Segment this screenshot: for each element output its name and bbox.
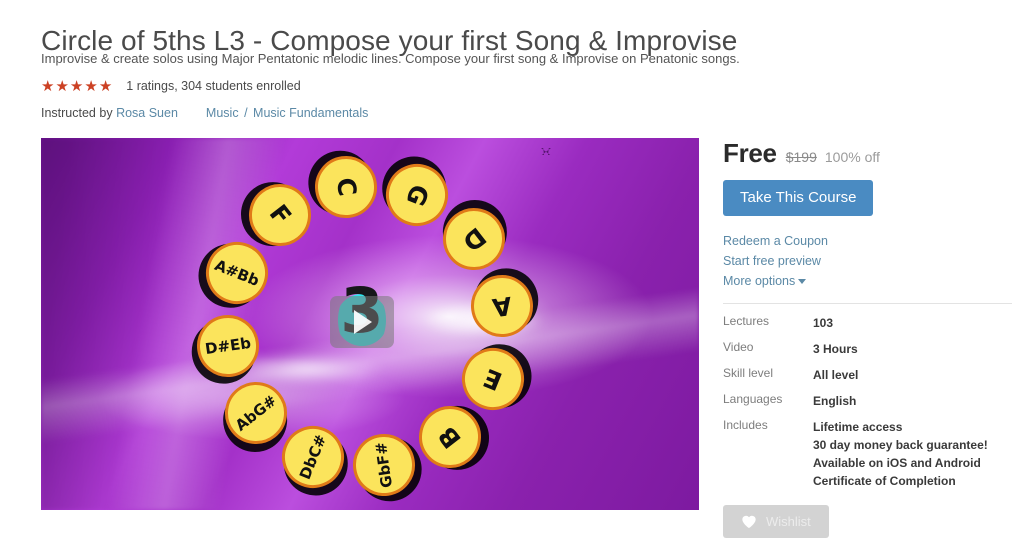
course-landing-page: Circle of 5ths L3 - Compose your first S… xyxy=(0,0,1024,538)
meta-value: 3 Hours xyxy=(813,340,858,358)
meta-value-line: 30 day money back guarantee! xyxy=(813,438,988,452)
price-row: Free $199 100% off xyxy=(723,138,1013,168)
meta-value-line: 103 xyxy=(813,316,834,330)
start-free-preview-link[interactable]: Start free preview xyxy=(723,251,1013,271)
course-subtitle: Improvise & create solos using Major Pen… xyxy=(41,51,740,66)
meta-key: Lectures xyxy=(723,314,770,328)
meta-value: English xyxy=(813,392,856,410)
breadcrumb: Music / Music Fundamentals xyxy=(206,106,368,120)
instructor-row: Instructed by Rosa Suen Music / Music Fu… xyxy=(41,106,368,120)
meta-row: Languages English xyxy=(723,392,1013,410)
course-meta-list: Lectures 103 Video 3 Hours Skill level All le… xyxy=(723,314,1013,490)
price-current: Free xyxy=(723,138,777,168)
play-button[interactable] xyxy=(330,280,394,354)
star-icon: ★ xyxy=(98,77,113,95)
note-disc-label: D xyxy=(457,222,492,258)
meta-value-line: Lifetime access xyxy=(813,420,903,434)
meta-value-line: 3 Hours xyxy=(813,342,858,356)
meta-key: Skill level xyxy=(723,366,774,380)
play-icon xyxy=(354,310,372,334)
breadcrumb-category-link[interactable]: Music xyxy=(206,106,239,120)
sidebar-divider xyxy=(723,303,1012,304)
price-discount: 100% off xyxy=(824,149,880,165)
meta-value-line: Available on iOS and Android xyxy=(813,456,981,470)
meta-key: Includes xyxy=(723,418,768,432)
star-rating: ★ ★ ★ ★ ★ xyxy=(41,79,112,94)
star-icon: ★ xyxy=(41,77,55,95)
note-disc-label: B xyxy=(432,420,467,454)
meta-row: Includes Lifetime access 30 day money back… xyxy=(723,418,1013,490)
take-this-course-button[interactable]: Take This Course xyxy=(723,180,874,216)
rating-count-text: 1 ratings, 304 students enrolled xyxy=(126,79,301,93)
meta-value: All level xyxy=(813,366,858,384)
instructor-link[interactable]: Rosa Suen xyxy=(116,106,178,120)
note-disc-label: C# xyxy=(304,431,331,460)
note-disc-label: E xyxy=(479,362,507,397)
note-disc-label: G xyxy=(400,180,435,211)
note-disc-label: Bb xyxy=(234,264,263,290)
sidebar-links: Redeem a Coupon Start free preview More op… xyxy=(723,231,1013,291)
purchase-sidebar: Free $199 100% off Take This Course Rede… xyxy=(723,138,1013,538)
note-disc-label: Gb xyxy=(374,464,396,490)
heart-icon xyxy=(742,515,756,529)
meta-row: Video 3 Hours xyxy=(723,340,1013,358)
star-icon: ★ xyxy=(69,77,84,95)
star-icon: ★ xyxy=(84,77,98,95)
star-icon: ★ xyxy=(55,77,69,95)
meta-key: Video xyxy=(723,340,754,354)
meta-value: 103 xyxy=(813,314,833,332)
course-preview-image[interactable]: C G D A E B Gb F# Db C# Ab G# D# Eb A# Bb F xyxy=(41,138,699,510)
note-disc-label: A xyxy=(490,291,514,323)
breadcrumb-subcategory-link[interactable]: Music Fundamentals xyxy=(253,106,368,120)
more-options-link[interactable]: More options xyxy=(723,271,1013,291)
wishlist-label: Wishlist xyxy=(766,514,811,529)
rating-row: ★ ★ ★ ★ ★ 1 ratings, 304 students enroll… xyxy=(41,78,301,94)
note-disc-label: Eb xyxy=(229,333,253,354)
meta-value-line: All level xyxy=(813,368,859,382)
wishlist-button[interactable]: Wishlist xyxy=(723,505,829,538)
meta-value-line: Certificate of Completion xyxy=(813,474,956,488)
meta-value: Lifetime access 30 day money back guarant… xyxy=(813,418,988,490)
note-disc-label: F# xyxy=(371,441,393,467)
instructed-by-label: Instructed by xyxy=(41,106,113,120)
meta-value-line: English xyxy=(813,394,857,408)
note-disc-label: D# xyxy=(204,336,232,358)
price-original: $199 xyxy=(785,149,817,165)
meta-key: Languages xyxy=(723,392,783,406)
redeem-coupon-link[interactable]: Redeem a Coupon xyxy=(723,231,1013,251)
breadcrumb-separator: / xyxy=(244,106,248,120)
note-disc-label: C xyxy=(330,175,363,198)
meta-row: Lectures 103 xyxy=(723,314,1013,332)
chevron-down-icon xyxy=(798,279,807,284)
meta-row: Skill level All level xyxy=(723,366,1013,384)
note-disc-label: F xyxy=(263,198,298,231)
